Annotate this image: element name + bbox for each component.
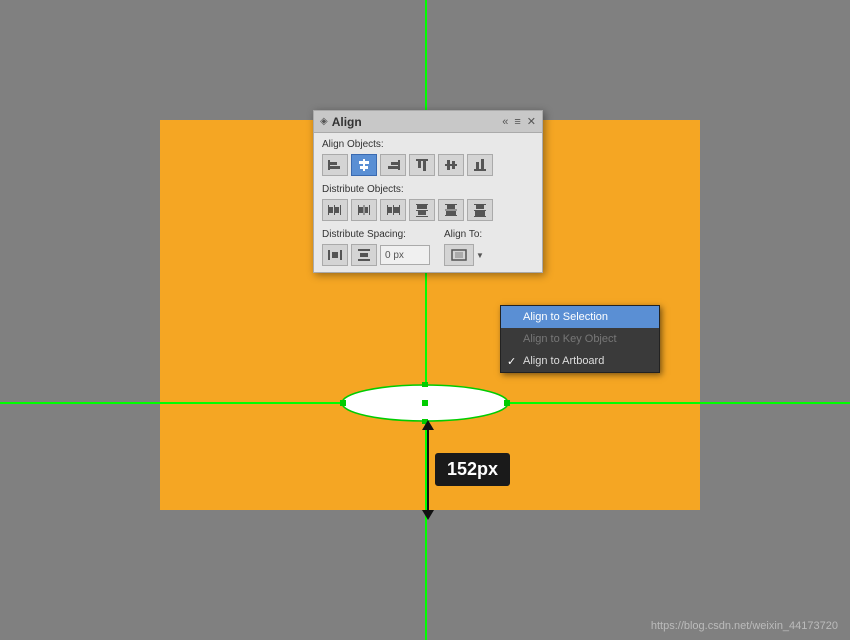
panel-title-left: ◈ Align [320,115,362,129]
spacing-input[interactable] [380,245,430,265]
align-objects-buttons [322,154,534,176]
align-to-dropdown-button[interactable] [444,244,474,266]
vertical-guide-line [425,0,427,640]
align-center-horizontal-button[interactable] [351,154,377,176]
distribute-objects-buttons [322,199,534,221]
align-to-key-object-option[interactable]: Align to Key Object [501,328,659,350]
arrow-head-down [422,510,434,520]
watermark: https://blog.csdn.net/weixin_44173720 [651,620,838,632]
spacing-input-row [322,244,436,266]
distribute-space-horizontal-button[interactable] [322,244,348,266]
align-to-dropdown: ▼ [444,244,534,266]
ellipse-shape[interactable] [340,382,510,424]
distribute-spacing-section: Distribute Spacing: [322,229,534,266]
panel-titlebar: ◈ Align « ≡ ✕ [314,111,542,133]
panel-title-text: Align [332,115,362,129]
panel-close-button[interactable]: ✕ [527,115,536,128]
panel-title-icon: ◈ [320,116,328,127]
align-to-artboard-option[interactable]: Align to Artboard [501,350,659,372]
align-to-section: Align To: ▼ [444,229,534,266]
align-bottom-button[interactable] [467,154,493,176]
dropdown-arrow-icon: ▼ [476,251,484,260]
panel-menu-button[interactable]: ≡ [514,116,520,128]
distribute-spacing-left: Distribute Spacing: [322,229,436,266]
distribute-center-vertical-button[interactable] [438,199,464,221]
distribute-left-button[interactable] [322,199,348,221]
distribute-objects-label: Distribute Objects: [322,184,534,195]
distribute-right-button[interactable] [380,199,406,221]
distribute-bottom-button[interactable] [467,199,493,221]
canvas-area: 152px ◈ Align « ≡ ✕ Align Objects: [0,0,850,640]
align-objects-label: Align Objects: [322,139,534,150]
distribute-spacing-label: Distribute Spacing: [322,229,436,240]
panel-body: Align Objects: [314,133,542,272]
collapse-button[interactable]: « [502,116,508,128]
align-right-button[interactable] [380,154,406,176]
panel-controls: « ≡ ✕ [502,115,536,128]
align-top-button[interactable] [409,154,435,176]
align-to-dropdown-menu: Align to Selection Align to Key Object A… [500,305,660,373]
measurement-badge: 152px [435,453,510,486]
distribute-space-vertical-button[interactable] [351,244,377,266]
align-center-vertical-button[interactable] [438,154,464,176]
align-panel: ◈ Align « ≡ ✕ Align Objects: [313,110,543,273]
align-left-button[interactable] [322,154,348,176]
align-to-selection-option[interactable]: Align to Selection [501,306,659,328]
distribute-center-horizontal-button[interactable] [351,199,377,221]
align-to-label: Align To: [444,229,534,240]
arrow-line [427,430,429,510]
arrow-head-up [422,420,434,430]
distribute-top-button[interactable] [409,199,435,221]
